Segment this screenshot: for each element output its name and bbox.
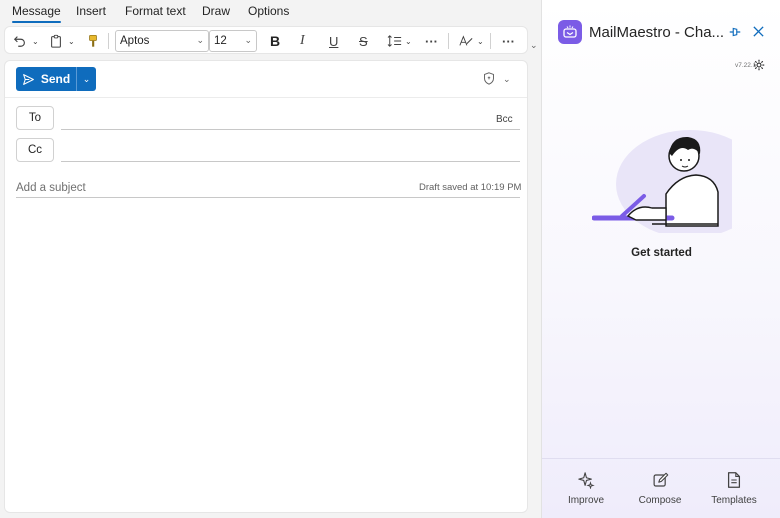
subject-underline <box>16 197 520 198</box>
italic-icon[interactable]: I <box>300 31 305 51</box>
tab-draw[interactable]: Draw <box>202 4 230 18</box>
writing-person-illustration <box>592 130 732 233</box>
to-field[interactable] <box>61 107 481 129</box>
cc-button[interactable]: Cc <box>16 138 54 162</box>
compose-button[interactable]: Compose <box>630 470 690 506</box>
sensitivity-icon[interactable] <box>483 72 495 88</box>
divider <box>108 33 109 49</box>
to-button[interactable]: To <box>16 106 54 130</box>
divider <box>5 97 527 98</box>
chevron-down-icon[interactable]: ⌄ <box>477 31 484 51</box>
paste-icon[interactable] <box>49 31 63 51</box>
divider <box>448 33 449 49</box>
compose-label: Compose <box>638 495 682 506</box>
tab-format-text[interactable]: Format text <box>125 4 186 18</box>
font-family-value: Aptos <box>120 35 150 47</box>
draft-status: Draft saved at 10:19 PM <box>419 182 522 193</box>
chevron-down-icon: ⌄ <box>244 35 252 45</box>
more-icon[interactable]: ··· <box>502 31 515 51</box>
send-button[interactable]: Send <box>16 67 77 91</box>
gear-icon[interactable] <box>753 59 765 74</box>
get-started-heading: Get started <box>631 247 692 259</box>
tab-message[interactable]: Message <box>12 4 61 23</box>
more-icon[interactable]: ··· <box>425 31 438 51</box>
chevron-down-icon[interactable]: ⌄ <box>32 31 39 51</box>
send-icon <box>22 73 34 85</box>
message-body[interactable] <box>16 205 520 505</box>
font-size-value: 12 <box>214 35 227 47</box>
subject-input[interactable] <box>16 178 396 198</box>
cc-field[interactable] <box>61 139 481 161</box>
ribbon-tabs: Message Insert Format text Draw Options <box>0 0 540 24</box>
font-size-select[interactable]: 12 ⌄ <box>209 30 257 52</box>
compose-icon <box>630 470 690 490</box>
chevron-down-icon[interactable]: ⌄ <box>405 31 412 51</box>
close-icon[interactable] <box>752 25 765 41</box>
improve-button[interactable]: Improve <box>556 470 616 506</box>
send-label: Send <box>40 72 71 86</box>
tab-insert[interactable]: Insert <box>76 4 106 18</box>
divider <box>542 458 780 459</box>
editor-icon[interactable] <box>458 31 474 51</box>
chevron-down-icon: ⌄ <box>196 35 204 45</box>
send-split-button: Send ⌄ <box>16 67 96 91</box>
chevron-down-icon[interactable]: ⌄ <box>530 40 538 51</box>
format-painter-icon[interactable] <box>86 31 100 51</box>
pin-icon[interactable] <box>728 25 742 42</box>
bcc-button[interactable]: Bcc <box>496 114 513 125</box>
bold-icon[interactable]: B <box>270 31 280 51</box>
compose-form: Send ⌄ ⌄ To Bcc Cc Draft saved at 10:19 … <box>4 60 528 513</box>
templates-label: Templates <box>711 495 757 506</box>
panel-title: MailMaestro - Cha... <box>589 24 723 41</box>
chevron-down-icon[interactable]: ⌄ <box>68 31 75 51</box>
improve-label: Improve <box>567 495 605 506</box>
strikethrough-icon[interactable]: S <box>359 31 368 51</box>
divider <box>490 33 491 49</box>
undo-icon[interactable] <box>13 31 27 51</box>
tab-options[interactable]: Options <box>248 4 289 18</box>
compose-window: Message Insert Format text Draw Options … <box>0 0 540 518</box>
font-family-select[interactable]: Aptos ⌄ <box>115 30 209 52</box>
to-underline <box>61 129 520 130</box>
cc-underline <box>61 161 520 162</box>
ribbon-toolbar: ⌄ ⌄ Aptos ⌄ 12 ⌄ B I U S ⌄ ··· ⌄ ··· <box>4 26 528 54</box>
underline-icon[interactable]: U <box>329 31 338 51</box>
chevron-down-icon[interactable]: ⌄ <box>503 74 511 85</box>
send-options-button[interactable]: ⌄ <box>77 67 96 91</box>
mailmaestro-logo <box>558 20 582 44</box>
template-icon <box>704 470 764 490</box>
addin-panel: MailMaestro - Cha... v7.22.1 Get started… <box>541 0 780 518</box>
templates-button[interactable]: Templates <box>704 470 764 506</box>
paragraph-spacing-icon[interactable] <box>387 31 403 51</box>
sparkle-icon <box>556 470 616 490</box>
